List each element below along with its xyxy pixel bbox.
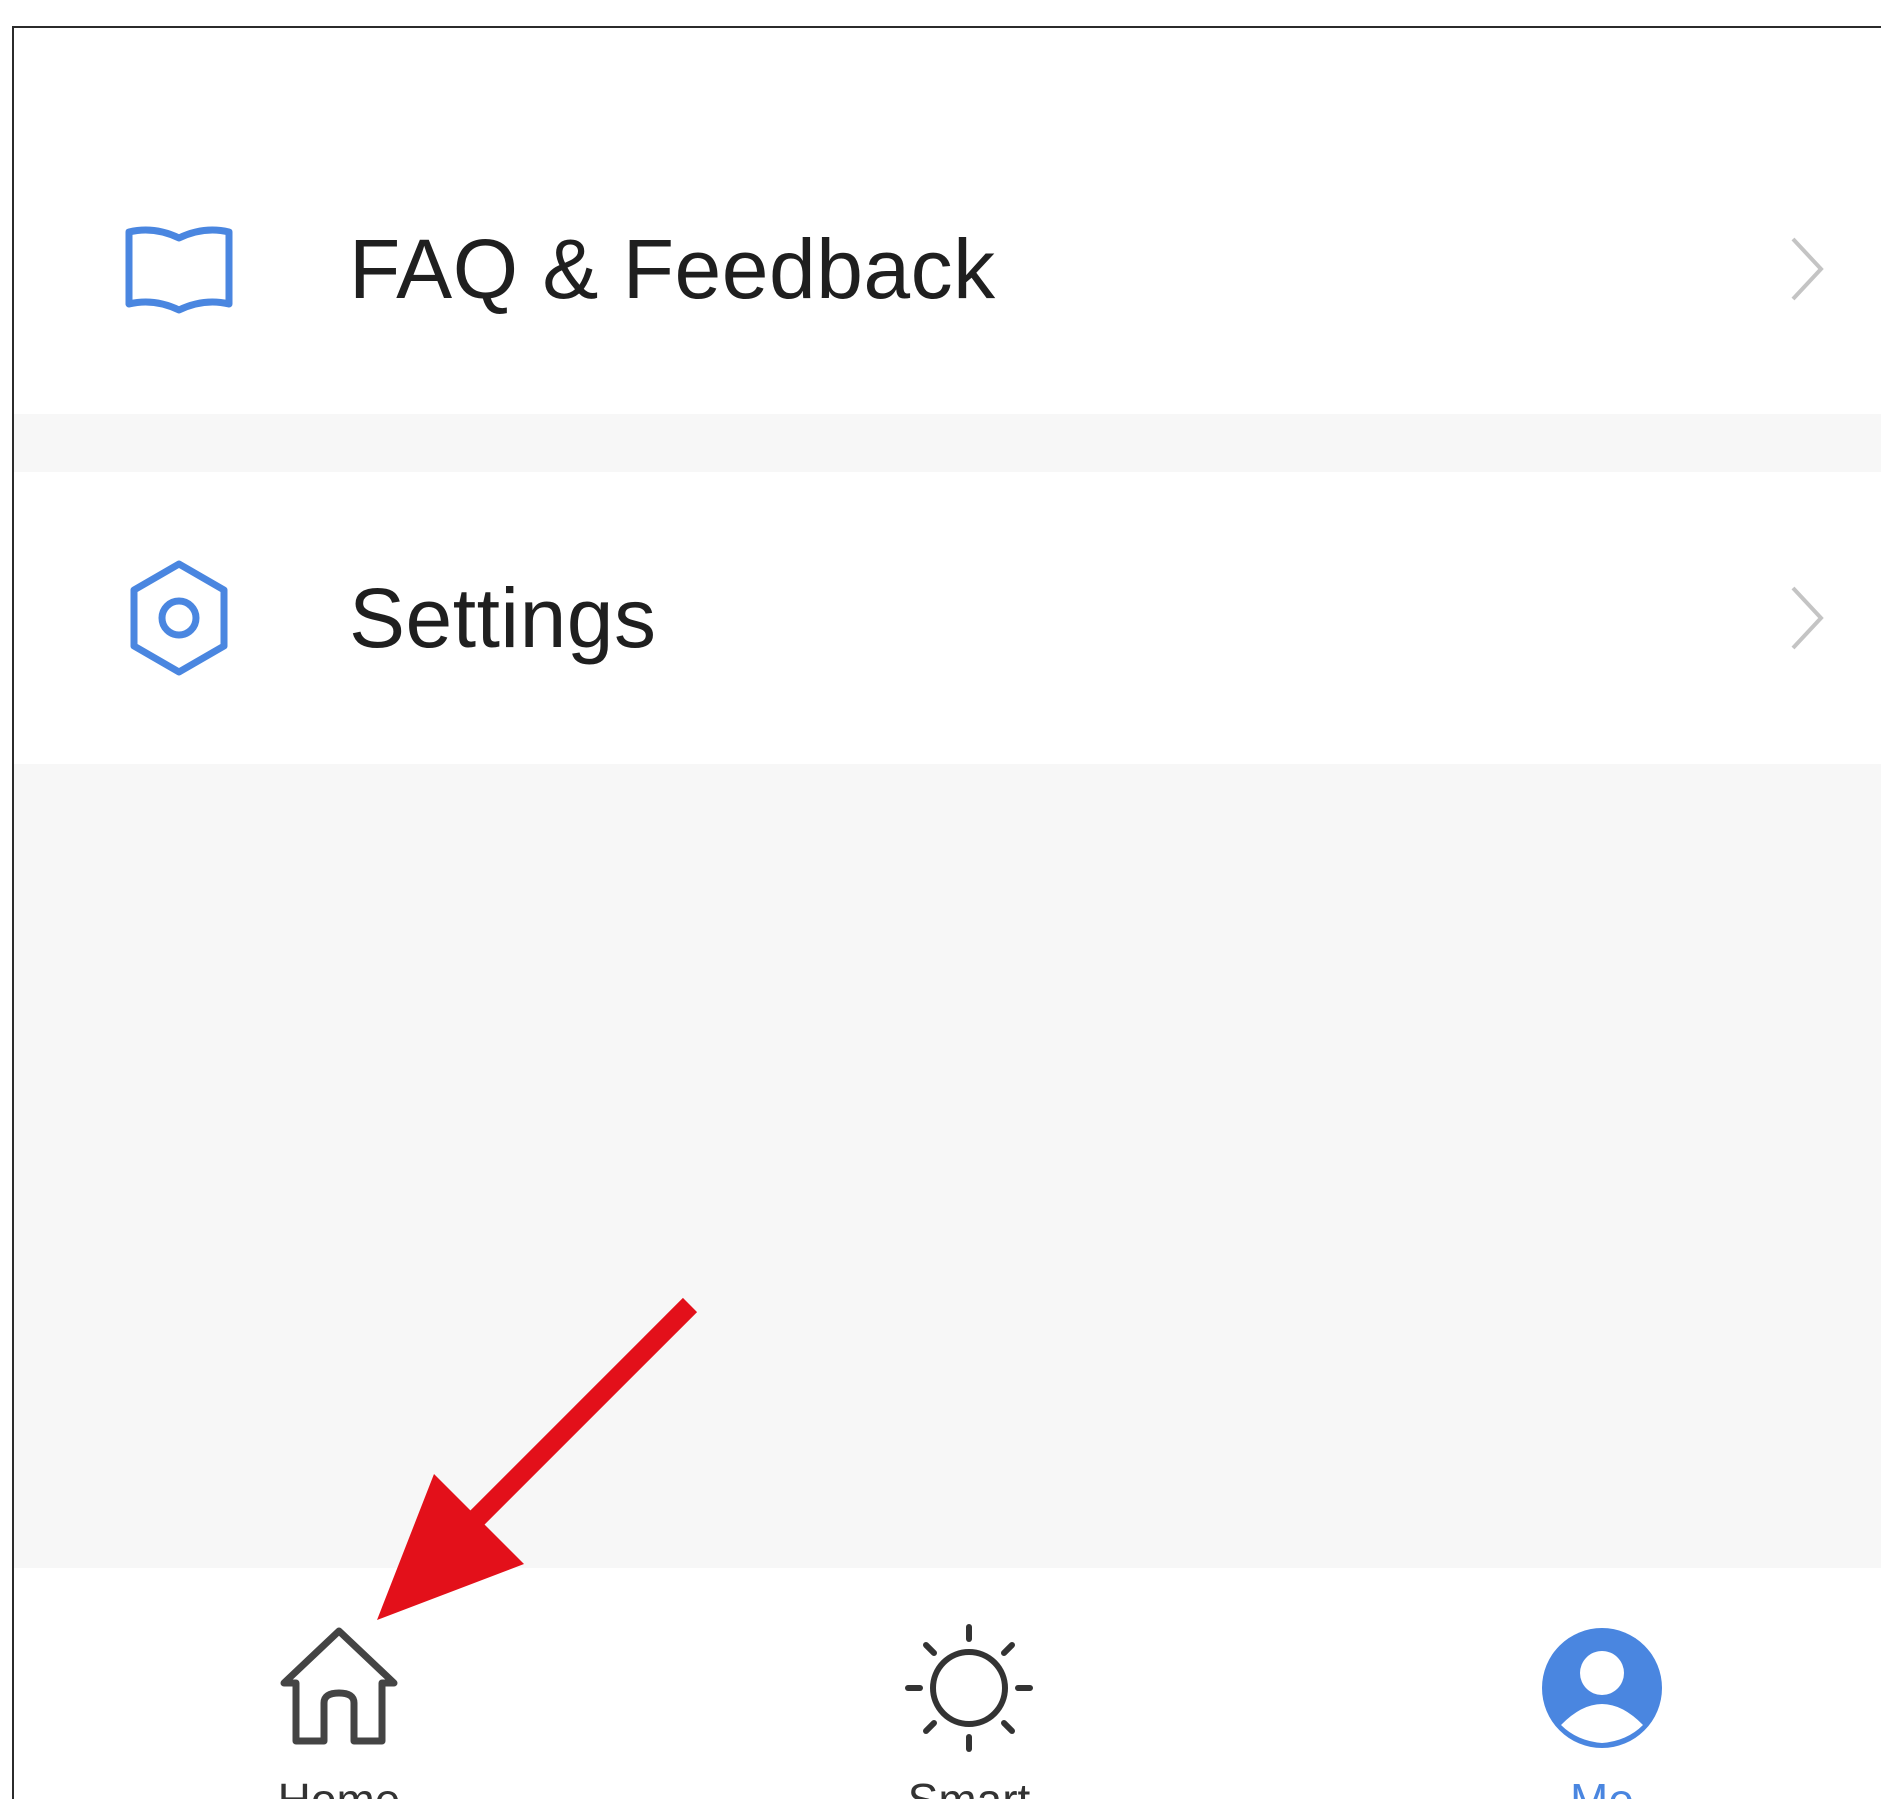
house-icon: [280, 1627, 398, 1745]
tab-smart[interactable]: Smart: [819, 1568, 1119, 1799]
menu-item-label: Settings: [349, 570, 657, 665]
menu-item-faq-feedback[interactable]: FAQ & Feedback: [14, 124, 1881, 414]
top-spacer: [14, 28, 1881, 124]
app-screen: FAQ & Feedback Settings Home: [12, 26, 1881, 1799]
tab-me[interactable]: Me: [1452, 1568, 1752, 1799]
tab-label: Smart: [819, 1773, 1119, 1799]
tab-home[interactable]: Home: [189, 1568, 489, 1799]
book-icon: [124, 209, 234, 329]
user-icon: [1542, 1628, 1662, 1748]
menu-item-label: FAQ & Feedback: [349, 221, 996, 316]
menu-item-settings[interactable]: Settings: [14, 472, 1881, 764]
sun-icon: [905, 1624, 1033, 1752]
hexagon-settings-icon: [124, 558, 234, 678]
chevron-right-icon: [1791, 237, 1824, 301]
tab-label: Me: [1452, 1773, 1752, 1799]
tab-label: Home: [189, 1773, 489, 1799]
chevron-right-icon: [1791, 586, 1824, 650]
bottom-tab-bar: Home Smart: [14, 1568, 1881, 1799]
